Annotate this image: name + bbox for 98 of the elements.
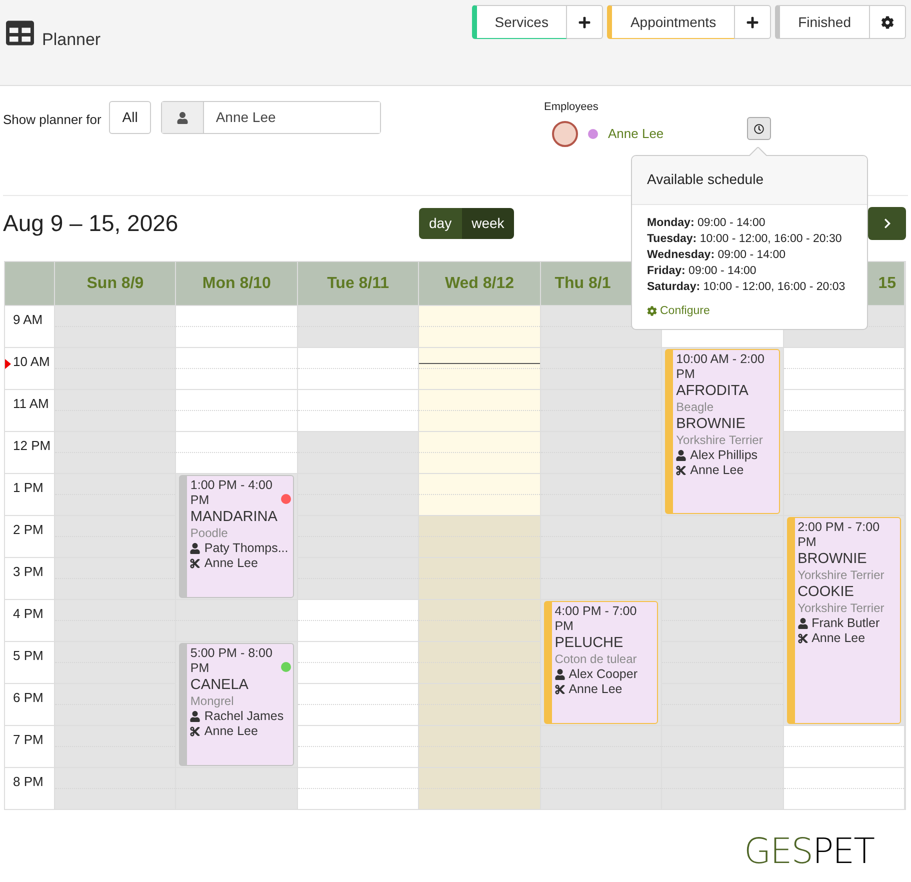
pet-breed: Poodle <box>190 526 229 541</box>
schedule-row-text: Tuesday: 10:00 - 12:00, 16:00 - 20:30 <box>647 232 843 247</box>
clock-icon <box>754 124 764 134</box>
appointment-time: 1:00 PM - 4:00 PM <box>190 478 274 508</box>
scissors-icon <box>676 465 686 476</box>
scissors-icon <box>798 633 808 644</box>
current-time-marker <box>5 359 11 369</box>
nav-button[interactable]: Finished <box>775 5 870 39</box>
date-range-title: Aug 9 – 15, 2026 <box>3 209 180 238</box>
appointment-card[interactable]: 2:00 PM - 7:00 PM BROWNIE Yorkshire Terrier COOKIE Yorkshire Terrier Frank Butler Anne Lee <box>786 517 901 724</box>
scissors-icon <box>554 684 565 695</box>
configure-link[interactable]: Configure <box>660 303 710 319</box>
appointment-time: 4:00 PM - 7:00 PM <box>554 604 638 634</box>
pet-name: AFRODITA <box>676 382 750 400</box>
pet-breed: Beagle <box>676 400 715 415</box>
day-label: Wed 8/12 <box>444 274 514 294</box>
user-icon <box>676 450 686 461</box>
page-title: Planner <box>42 30 101 50</box>
schedule-row-text: Wednesday: 09:00 - 14:00 <box>647 248 787 263</box>
hour-label: 7 PM <box>13 732 44 747</box>
view-tab[interactable]: week <box>462 208 514 239</box>
pet-name: BROWNIE <box>798 550 868 568</box>
schedule-row-text: Monday: 09:00 - 14:00 <box>647 216 766 231</box>
pet-breed: Yorkshire Terrier <box>676 433 764 448</box>
schedule-button[interactable] <box>746 117 771 140</box>
appointment-card[interactable]: 5:00 PM - 8:00 PM CANELA Mongrel Rachel James Anne Lee <box>179 643 294 766</box>
groomer-name: Anne Lee <box>204 724 258 739</box>
hour-label: 11 AM <box>13 396 49 411</box>
day-label: Thu 8/1 <box>554 274 611 294</box>
appointment-time: 10:00 AM - 2:00 PM <box>676 352 766 382</box>
pet-breed: Yorkshire Terrier <box>798 568 886 583</box>
hour-label: 3 PM <box>13 564 44 579</box>
hour-label: 1 PM <box>13 480 44 495</box>
appointment-card[interactable]: 1:00 PM - 4:00 PM MANDARINA Poodle Paty Thomps... Anne Lee <box>179 475 294 598</box>
tooltip-title: Available schedule <box>647 171 764 187</box>
pet-name: MANDARINA <box>190 508 278 526</box>
chevron-right-icon <box>882 218 892 229</box>
user-icon <box>190 543 200 554</box>
groomer-name: Anne Lee <box>690 463 744 478</box>
employees-title: Employees <box>544 100 600 115</box>
user-icon <box>176 112 188 124</box>
client-name: Alex Cooper <box>568 667 638 682</box>
add-button[interactable] <box>567 5 604 39</box>
scissors-icon <box>190 558 200 569</box>
hour-label: 6 PM <box>13 690 44 705</box>
scissors-icon <box>190 726 200 737</box>
table-icon <box>4 19 36 47</box>
groomer-name: Anne Lee <box>204 556 258 571</box>
groomer-name: Anne Lee <box>568 682 622 697</box>
day-label: Sun 8/9 <box>86 274 144 294</box>
user-icon <box>798 618 808 629</box>
employee-field[interactable]: Anne Lee <box>160 101 381 134</box>
settings-button[interactable] <box>870 5 906 39</box>
avatar-icon <box>552 120 578 146</box>
hour-label: 9 AM <box>13 312 43 327</box>
hour-label: 8 PM <box>13 774 44 789</box>
nav-button[interactable]: Appointments <box>607 5 736 39</box>
client-name: Frank Butler <box>812 616 880 631</box>
pet-breed: Yorkshire Terrier <box>798 601 886 616</box>
pet-breed: Mongrel <box>190 694 235 709</box>
view-tab[interactable]: day <box>419 208 462 239</box>
nav-button[interactable]: Services <box>472 5 568 39</box>
user-icon <box>190 711 200 722</box>
settings-icon <box>647 306 657 316</box>
next-button[interactable] <box>868 207 906 240</box>
schedule-row-text: Friday: 09:00 - 14:00 <box>647 264 758 279</box>
hour-label: 4 PM <box>13 606 44 621</box>
add-button[interactable] <box>735 5 772 39</box>
pet-name: PELUCHE <box>554 634 624 652</box>
day-label: Tue 8/11 <box>327 274 390 294</box>
day-label: 15 <box>878 274 896 294</box>
logo: GESPET <box>744 832 874 872</box>
appointment-card[interactable]: 10:00 AM - 2:00 PM AFRODITA Beagle BROWNIE Yorkshire Terrier Alex Phillips Anne Lee <box>665 349 780 514</box>
client-name: Rachel James <box>204 709 284 724</box>
appointment-time: 5:00 PM - 8:00 PM <box>190 646 274 676</box>
pet-name: CANELA <box>190 676 250 694</box>
all-button[interactable]: All <box>109 101 151 134</box>
client-name: Paty Thomps... <box>204 541 288 556</box>
filter-label: Show planner for <box>3 111 102 129</box>
plus-icon <box>746 16 760 28</box>
plus-icon <box>578 16 592 28</box>
client-name: Alex Phillips <box>690 448 758 463</box>
time-slot[interactable] <box>419 347 540 389</box>
hour-label: 5 PM <box>13 648 44 663</box>
employee-name[interactable]: Anne Lee <box>608 124 664 144</box>
user-icon <box>554 669 565 680</box>
hour-label: 12 PM <box>13 438 51 453</box>
day-label: Mon 8/10 <box>202 274 271 294</box>
appointment-time: 2:00 PM - 7:00 PM <box>798 520 881 550</box>
hour-label: 10 AM <box>13 354 50 369</box>
pet-breed: Coton de tulear <box>554 652 638 667</box>
schedule-row-text: Saturday: 10:00 - 12:00, 16:00 - 20:03 <box>647 280 846 295</box>
settings-icon <box>881 16 894 28</box>
appointment-card[interactable]: 4:00 PM - 7:00 PM PELUCHE Coton de tulear Alex Cooper Anne Lee <box>544 601 658 724</box>
pet-name: BROWNIE <box>676 415 746 433</box>
groomer-name: Anne Lee <box>812 631 866 646</box>
hour-label: 2 PM <box>13 522 44 537</box>
pet-name: COOKIE <box>798 583 855 601</box>
